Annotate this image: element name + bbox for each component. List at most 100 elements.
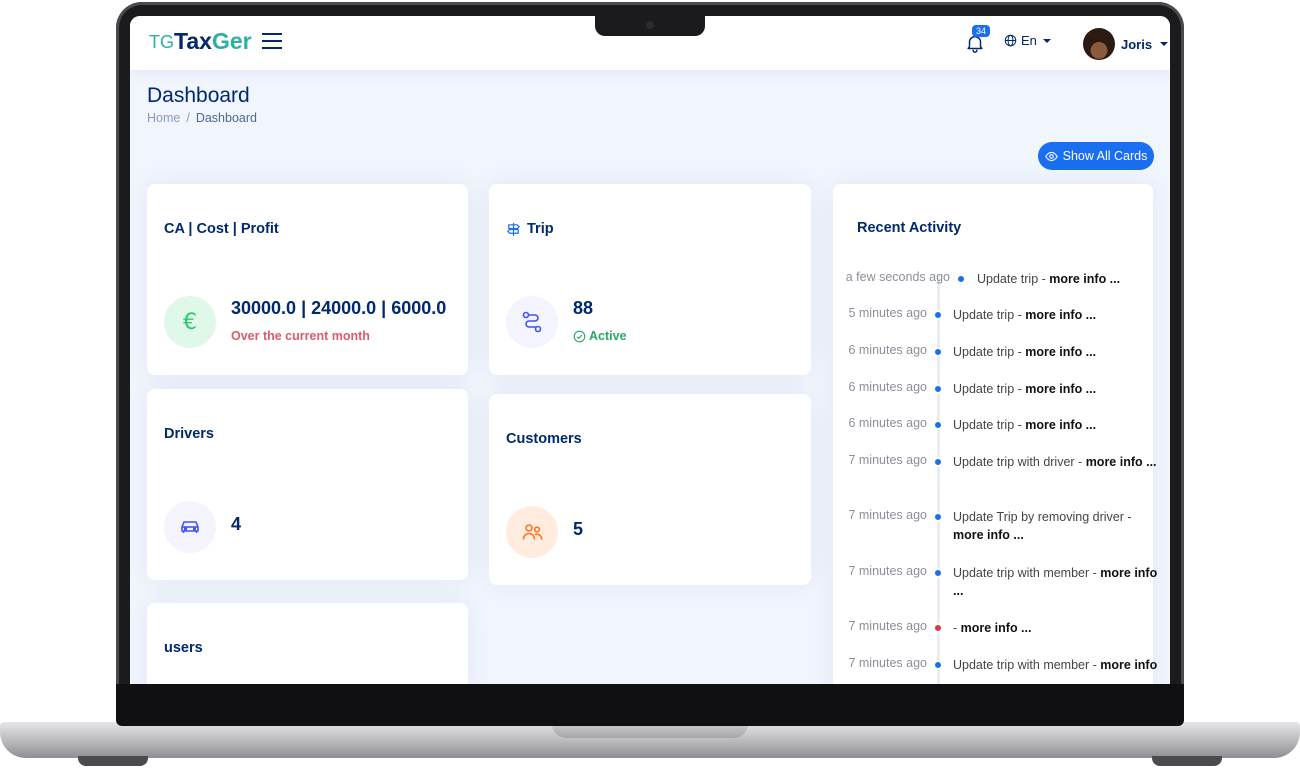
activity-dot [933,384,943,394]
activity-time: 6 minutes ago [848,380,927,394]
laptop-foot-left [78,756,148,766]
activity-text: Update trip - more info ... [953,343,1158,361]
activity-dot [933,457,943,467]
activity-text: Update trip - more info ... [953,416,1158,434]
activity-description: Update trip - [953,382,1026,396]
activity-description: Update trip - [953,308,1026,322]
breadcrumb-home[interactable]: Home [147,111,180,125]
activity-time: 7 minutes ago [848,656,927,670]
activity-text: Update Trip by removing driver - more in… [953,508,1158,544]
activity-text: Update trip with member - more info [953,656,1158,674]
more-info-link[interactable]: more info ... [1086,455,1157,469]
activity-time: 7 minutes ago [848,508,927,522]
activity-description: Update trip - [977,272,1050,286]
user-name: Joris [1121,36,1153,52]
chevron-down-icon [1042,38,1051,43]
more-info-link[interactable]: more info ... [1025,418,1096,432]
activity-time: 6 minutes ago [848,343,927,357]
activity-description: Update Trip by removing driver - [953,510,1132,524]
trip-card-title: Trip [506,221,554,237]
more-info-link[interactable]: more info ... [1025,308,1096,322]
card-title: Trip [527,221,554,237]
activity-dot [933,660,943,670]
laptop-foot-right [1152,756,1222,766]
drivers-value: 4 [231,514,242,534]
camera-notch [595,16,705,36]
trip-card: Trip 88 Active [489,184,811,375]
activity-dot [933,310,943,320]
activity-text: Update trip - more info ... [953,380,1158,398]
activity-description: Update trip - [953,345,1026,359]
activity-dot [933,568,943,578]
more-info-link[interactable]: more info ... [1049,272,1120,286]
drivers-card: Drivers 4 [147,389,468,580]
logo-name-part1: Tax [174,28,212,54]
trip-status: Active [573,329,627,343]
customers-card: Customers 5 [489,394,811,585]
card-title: Customers [506,431,582,447]
car-icon [164,501,216,553]
breadcrumb-separator: / [186,111,190,125]
activity-text: Update trip - more info ... [953,306,1158,324]
check-circle-icon [573,330,586,342]
activity-time: 7 minutes ago [848,619,927,633]
activity-description: Update trip with member - [953,658,1101,672]
logo-name[interactable]: TaxGer [174,28,252,55]
activity-dot [933,347,943,357]
camera-dot [646,21,654,29]
euro-icon: € [164,296,216,348]
card-title: Drivers [164,426,214,442]
screen: TG TaxGer 34 En Joris Dashboard Home / Das… [130,16,1170,684]
route-icon [506,296,558,348]
more-info-link[interactable]: more info ... [1025,345,1096,359]
activity-text: - more info ... [953,619,1158,637]
customers-value: 5 [573,519,584,539]
logo-mark[interactable]: TG [149,32,174,53]
activity-time: 7 minutes ago [848,564,927,578]
logo-name-part2: Ger [211,28,252,54]
activity-text: Update trip with member - more info ... [953,564,1158,600]
activity-description: - [953,621,961,635]
recent-activity-title: Recent Activity [857,220,962,236]
breadcrumb-current: Dashboard [195,111,257,125]
globe-icon [1004,34,1017,47]
more-info-link[interactable]: more info ... [1025,382,1096,396]
signpost-icon [507,222,520,236]
page-title: Dashboard [147,84,250,107]
show-all-cards-button[interactable]: Show All Cards [1038,142,1154,170]
activity-time: a few seconds ago [845,270,950,284]
breadcrumb: Home / Dashboard [147,111,257,125]
activity-text: Update trip with driver - more info ... [953,453,1158,471]
activity-time: 5 minutes ago [848,306,927,320]
trip-status-label: Active [589,329,627,343]
trip-value: 88 [573,298,594,318]
ca-subtitle: Over the current month [231,329,370,343]
language-selector[interactable]: En [1004,33,1051,48]
more-info-link[interactable]: more info ... [953,528,1024,542]
activity-dot [933,512,943,522]
activity-text: Update trip - more info ... [977,270,1158,288]
more-info-link[interactable]: more info ... [961,621,1032,635]
recent-activity-card: Recent Activity a few seconds ago Update … [833,184,1157,684]
users-icon [506,506,558,558]
users-card: users [147,603,468,684]
activity-dot [956,274,966,284]
activity-time: 7 minutes ago [848,453,927,467]
eye-icon [1044,151,1058,161]
activity-description: Update trip - [953,418,1026,432]
avatar [1083,28,1115,60]
ca-value: 30000.0 | 24000.0 | 6000.0 [231,298,447,318]
activity-dot [933,420,943,430]
user-menu[interactable]: Joris [1083,28,1169,60]
more-info-link[interactable]: more info [1100,658,1157,672]
card-title: CA | Cost | Profit [164,221,279,237]
show-all-cards-label: Show All Cards [1062,149,1148,163]
activity-description: Update trip with member - [953,566,1101,580]
activity-time: 6 minutes ago [848,416,927,430]
chevron-down-icon [1160,42,1169,46]
language-label: En [1021,33,1037,48]
hamburger-menu-icon[interactable] [262,33,282,49]
laptop-bezel-bottom [116,684,1184,726]
card-title: users [164,640,203,656]
notification-badge: 34 [972,25,991,37]
